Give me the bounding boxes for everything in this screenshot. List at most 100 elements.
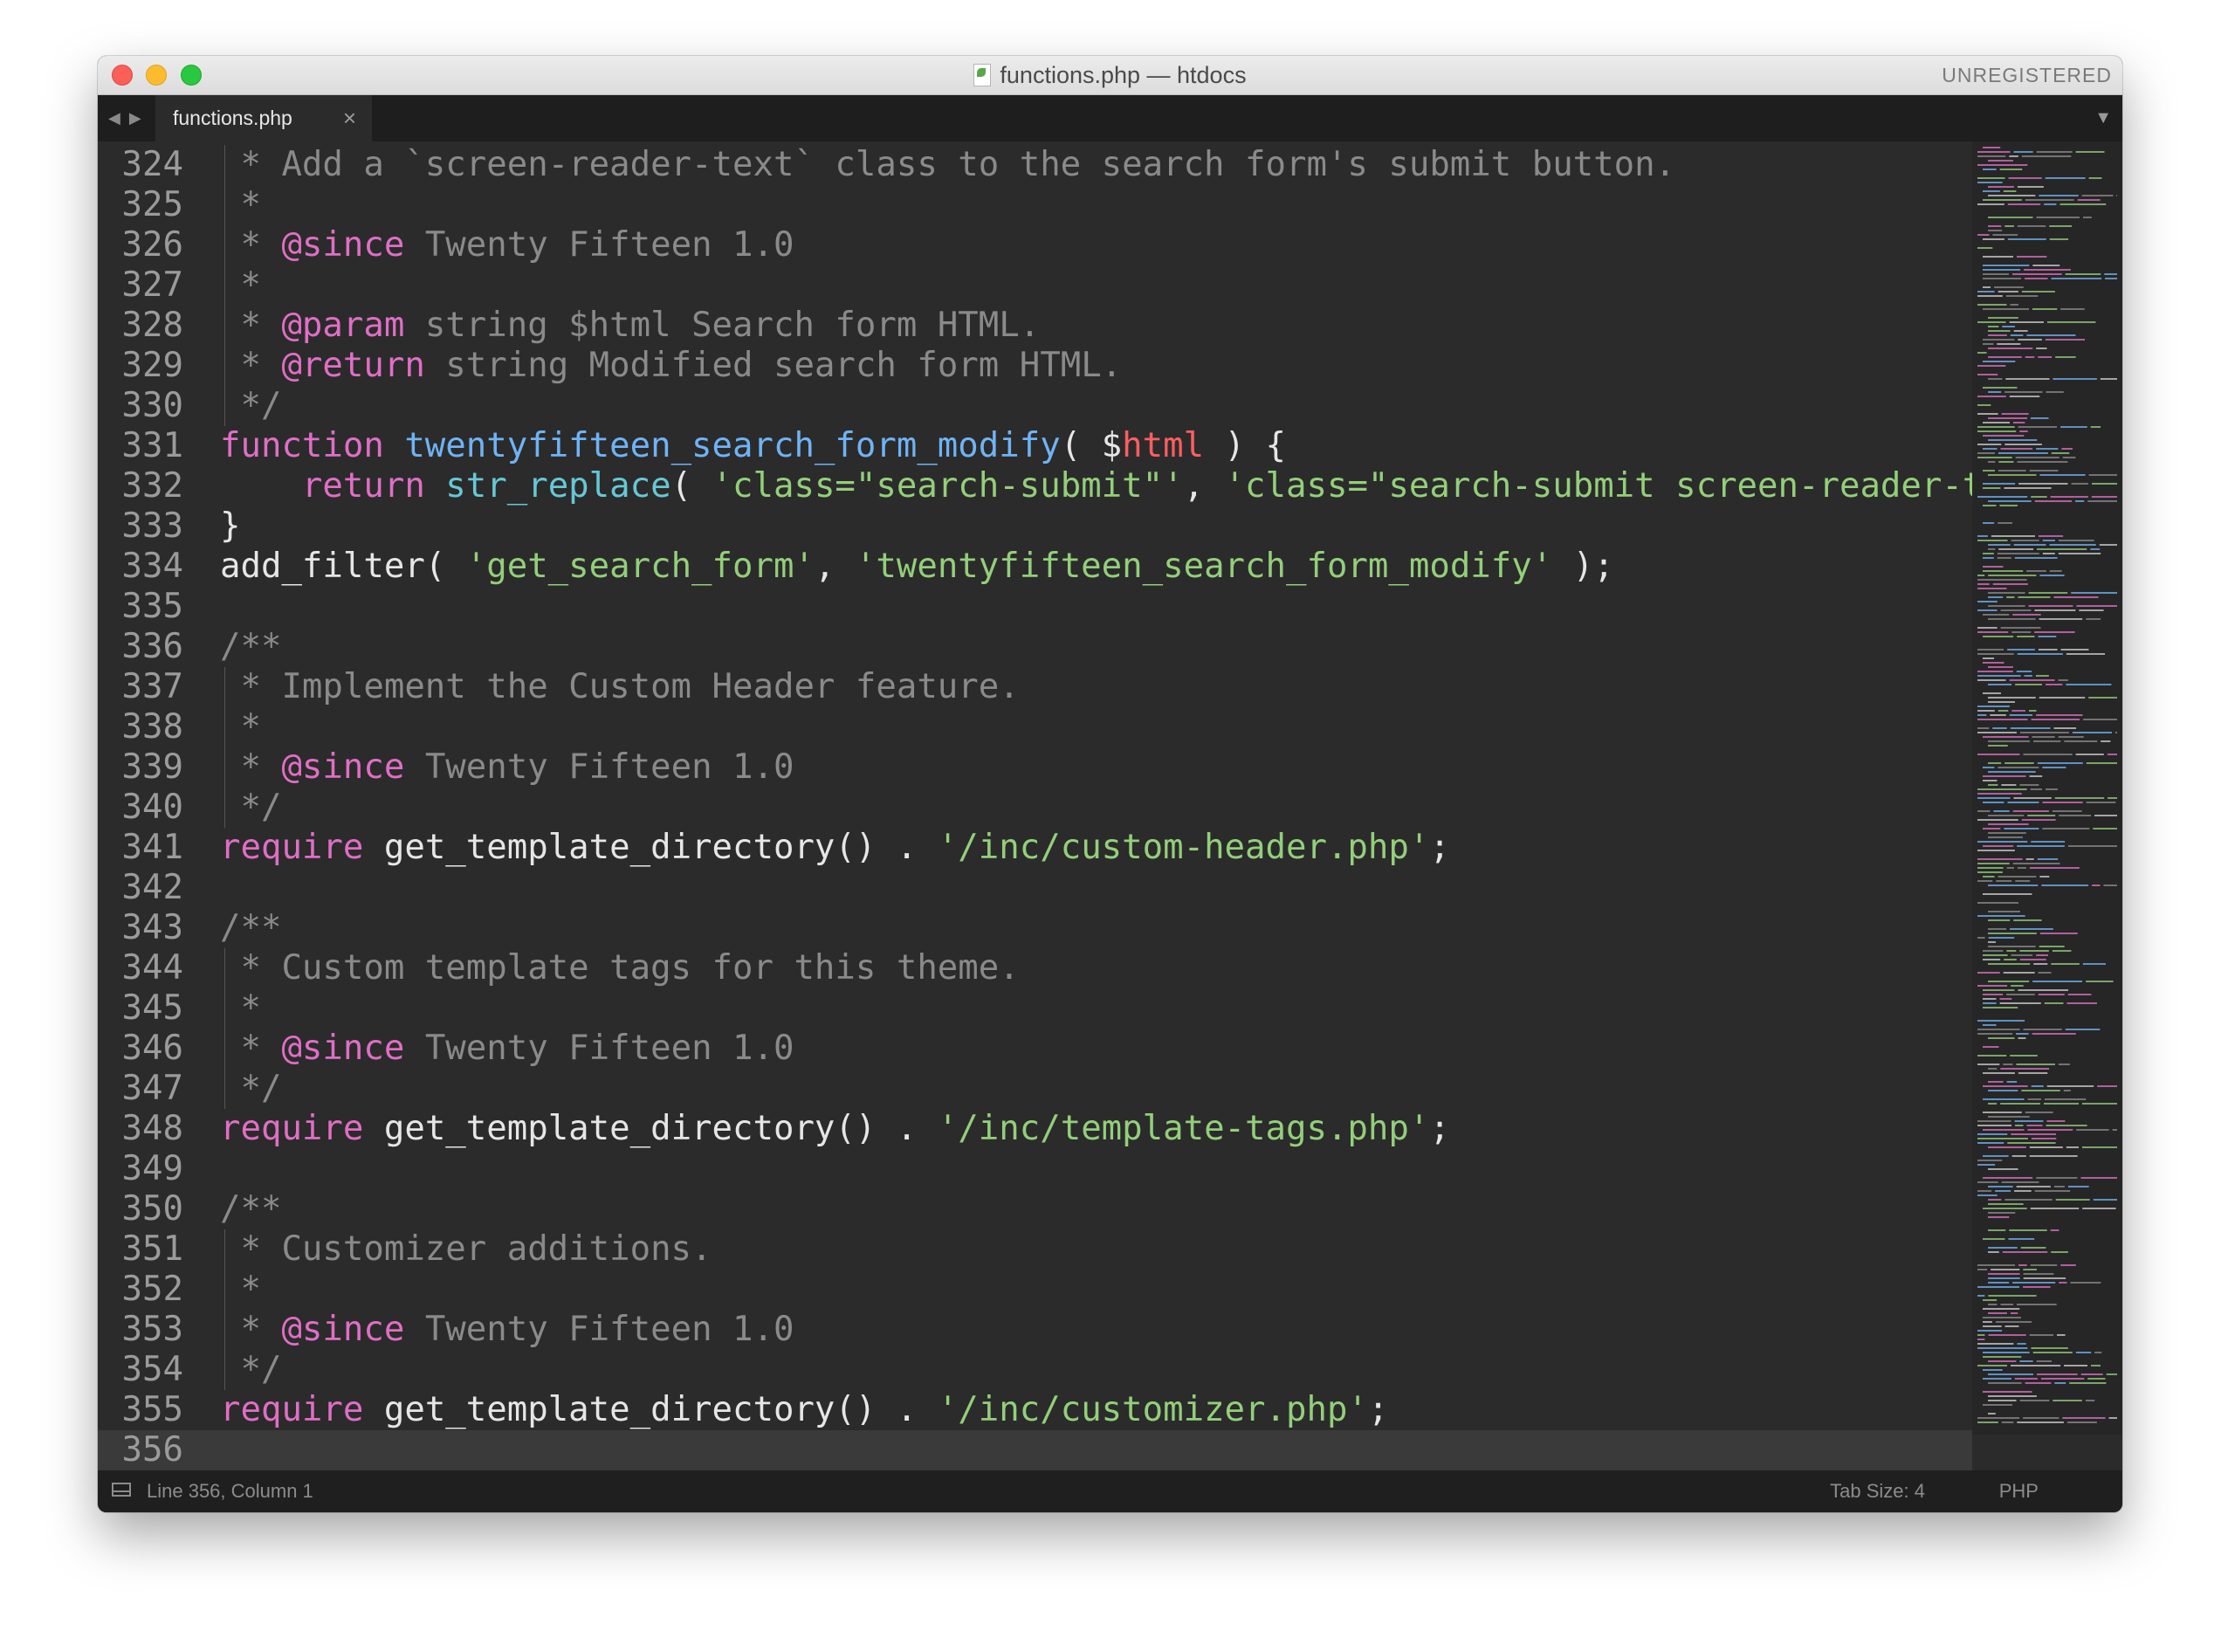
code-token: ; [1367, 1390, 1389, 1429]
code-token: 'class="search-submit"' [712, 466, 1184, 506]
indent-guide [224, 265, 225, 306]
code-line[interactable]: /** [220, 627, 281, 667]
code-token: @return [281, 346, 425, 385]
code-token: Twenty Fifteen 1.0 [404, 1029, 794, 1068]
line-number: 333 [121, 506, 183, 546]
code-line[interactable]: * [220, 185, 261, 225]
code-line[interactable]: } [220, 506, 240, 547]
tab-size-indicator[interactable]: Tab Size: 4 [1830, 1470, 1925, 1512]
code-token: str_replace [445, 466, 671, 506]
code-token: */ [220, 386, 282, 425]
code-token: require [220, 1109, 364, 1148]
line-number: 337 [121, 667, 183, 706]
indent-guide [224, 788, 225, 828]
code-line[interactable]: */ [220, 386, 281, 426]
code-line[interactable]: */ [220, 1069, 281, 1109]
syntax-indicator[interactable]: PHP [1999, 1470, 2039, 1512]
forward-arrow-icon[interactable]: ▶ [129, 109, 150, 127]
indent-guide [224, 1069, 225, 1109]
line-number: 332 [121, 466, 183, 506]
tab-functions-php[interactable]: functions.php × [155, 95, 372, 141]
code-line[interactable]: * Customizer additions. [220, 1229, 712, 1270]
code-token: get_template_directory() . [363, 1390, 938, 1429]
code-line[interactable]: add_filter( 'get_search_form', 'twentyfi… [220, 547, 1614, 587]
code-line[interactable]: * @since Twenty Fifteen 1.0 [220, 1029, 794, 1069]
indent-guide [224, 1229, 225, 1270]
window-title-text: functions.php — htdocs [1000, 61, 1247, 88]
code-token: ; [1429, 1109, 1450, 1148]
code-line[interactable]: */ [220, 788, 281, 828]
code-token: * [220, 346, 282, 385]
line-number: 352 [121, 1270, 183, 1309]
code-token: ; [1429, 828, 1450, 867]
code-token: * [220, 185, 261, 224]
minimap-viewport[interactable] [1972, 141, 2122, 1435]
code-line[interactable]: * [220, 1270, 261, 1310]
panel-toggle-icon[interactable] [112, 1483, 131, 1497]
code-token: * [220, 1029, 282, 1068]
code-token: string $html Search form HTML. [404, 306, 1041, 345]
line-number: 345 [121, 988, 183, 1028]
code-line[interactable]: require get_template_directory() . '/inc… [220, 1390, 1388, 1430]
code-token: @since [281, 225, 405, 265]
code-line[interactable]: * [220, 707, 261, 747]
code-token: * [220, 988, 261, 1028]
code-token: return [301, 466, 425, 506]
line-number: 325 [121, 185, 183, 224]
code-token: Twenty Fifteen 1.0 [404, 1310, 794, 1349]
code-line[interactable]: * [220, 265, 261, 306]
tab-close-icon[interactable]: × [343, 95, 356, 141]
line-number: 354 [121, 1350, 183, 1389]
line-number: 350 [121, 1189, 183, 1229]
code-line[interactable]: require get_template_directory() . '/inc… [220, 1109, 1450, 1149]
code-token: 'class="search-submit screen-reader-tex [1224, 466, 2025, 506]
code-line[interactable]: * Add a `screen-reader-text` class to th… [220, 145, 1675, 185]
minimap[interactable] [1972, 141, 2122, 1435]
code-token: get_template_directory() . [363, 828, 938, 867]
code-token: } [220, 506, 241, 546]
code-token: * Add a `screen-reader-text` class to th… [220, 145, 1676, 184]
code-line[interactable]: * Custom template tags for this theme. [220, 948, 1020, 988]
code-token: /** [220, 908, 282, 947]
code-token: '/inc/custom-header.php' [937, 828, 1430, 867]
code-token: * [220, 1310, 282, 1349]
back-arrow-icon[interactable]: ◀ [108, 109, 129, 127]
indent-guide [224, 185, 225, 225]
code-editor[interactable]: 324 * Add a `screen-reader-text` class t… [98, 141, 2024, 1512]
line-number: 328 [121, 306, 183, 345]
code-line[interactable]: * @since Twenty Fifteen 1.0 [220, 747, 794, 788]
code-line[interactable]: * @param string $html Search form HTML. [220, 306, 1040, 346]
code-token: * [220, 225, 282, 265]
code-line[interactable]: * @since Twenty Fifteen 1.0 [220, 225, 794, 265]
code-line[interactable]: function twentyfifteen_search_form_modif… [220, 426, 1286, 466]
line-number: 330 [121, 386, 183, 425]
code-line[interactable]: * [220, 988, 261, 1029]
indent-guide [224, 346, 225, 386]
php-file-icon [973, 64, 992, 86]
code-token: 'twentyfifteen_search_form_modify' [855, 547, 1553, 586]
dropdown-triangle-icon[interactable]: ▼ [2094, 95, 2112, 141]
code-line[interactable]: */ [220, 1350, 281, 1390]
code-line[interactable]: require get_template_directory() . '/inc… [220, 828, 1450, 868]
code-line[interactable]: * @return string Modified search form HT… [220, 346, 1122, 386]
code-token: * Custom template tags for this theme. [220, 948, 1020, 988]
code-token: function [220, 426, 384, 465]
line-number: 335 [121, 587, 183, 626]
line-number: 348 [121, 1109, 183, 1148]
license-label: UNREGISTERED [1942, 64, 2112, 86]
code-line[interactable]: /** [220, 908, 281, 948]
indent-guide [224, 306, 225, 346]
code-line[interactable]: * Implement the Custom Header feature. [220, 667, 1020, 707]
code-token: @since [281, 747, 405, 787]
code-line[interactable]: /** [220, 1189, 281, 1229]
code-line[interactable]: * @since Twenty Fifteen 1.0 [220, 1310, 794, 1350]
code-line[interactable]: return str_replace( 'class="search-submi… [220, 466, 2024, 506]
cursor-position[interactable]: Line 356, Column 1 [147, 1470, 313, 1512]
line-number: 341 [121, 828, 183, 867]
line-number: 347 [121, 1069, 183, 1108]
code-token: * Implement the Custom Header feature. [220, 667, 1020, 706]
code-token: ); [1552, 547, 1614, 586]
line-number: 336 [121, 627, 183, 666]
code-token: @since [281, 1029, 405, 1068]
